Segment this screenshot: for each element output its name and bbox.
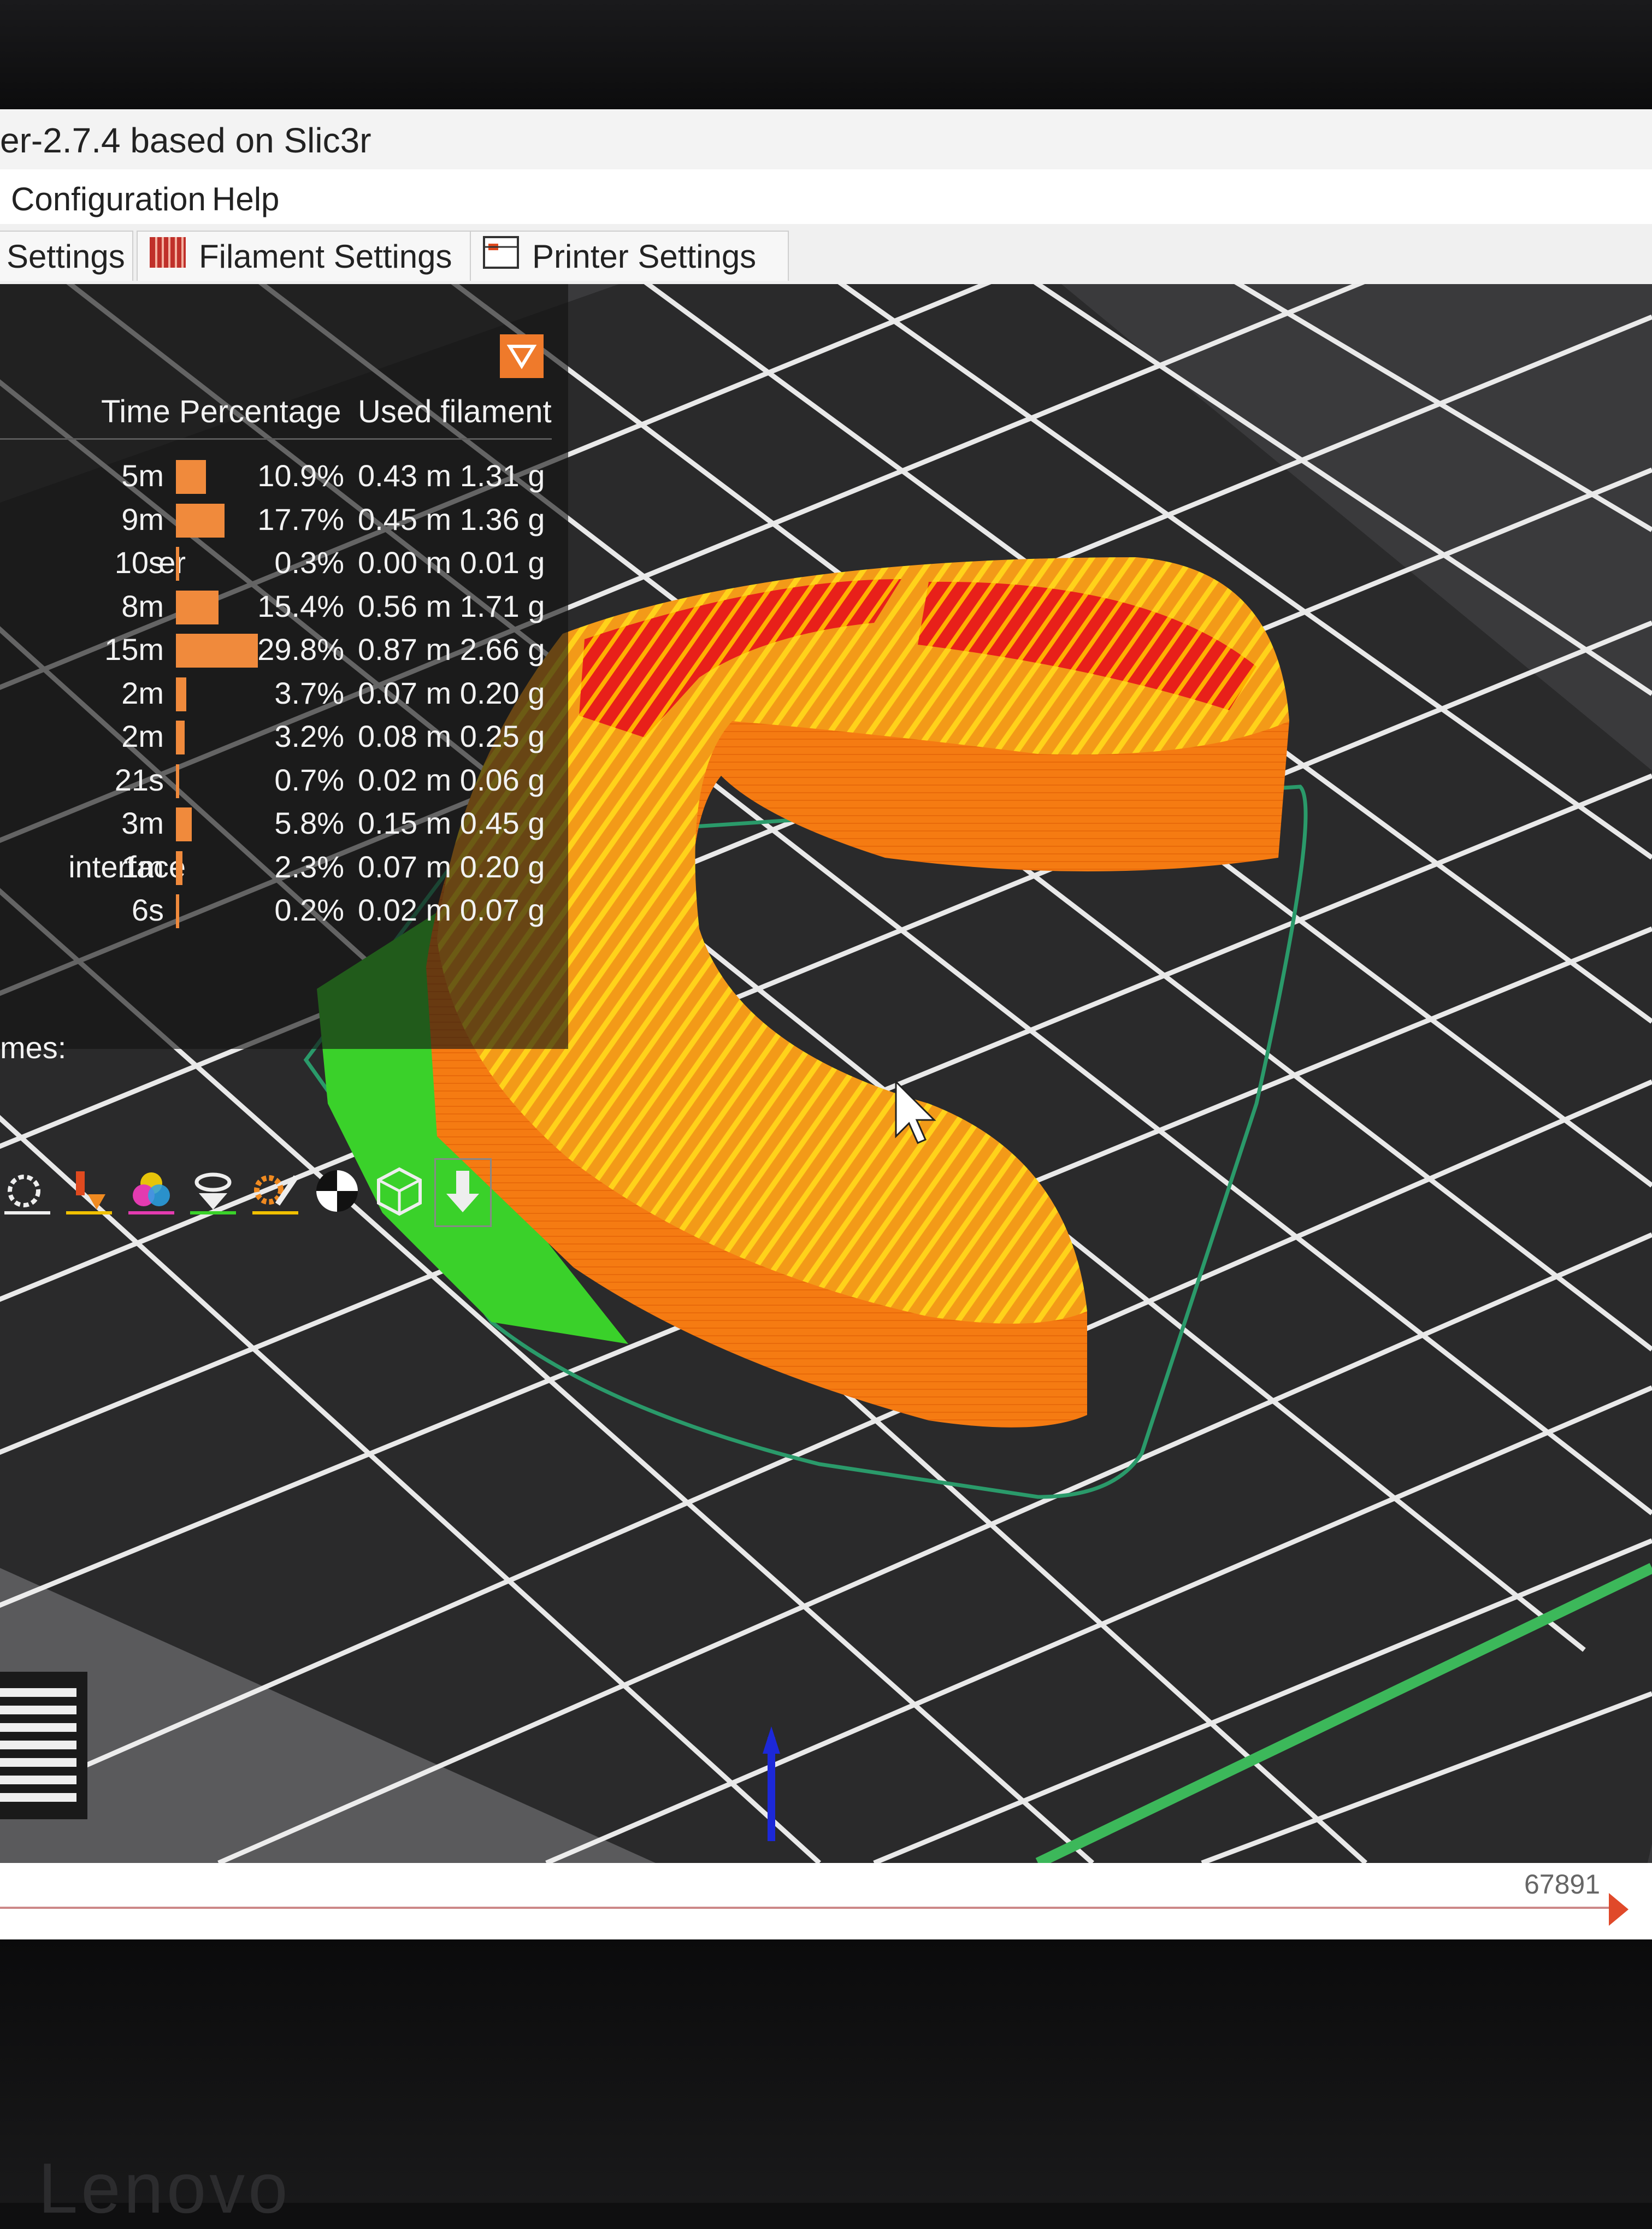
used-filament-value: 0.07 m 0.20 g xyxy=(358,849,545,884)
view-toolbar xyxy=(0,1158,492,1229)
legend-row: 9m 17.7% 0.45 m 1.36 g xyxy=(0,498,568,542)
header-divider xyxy=(0,438,552,440)
monitor-brand-logo: Lenovo xyxy=(38,2148,291,2228)
export-icon[interactable] xyxy=(434,1158,492,1227)
tab-filament-settings[interactable]: Filament Settings xyxy=(137,231,483,281)
used-filament-value: 0.02 m 0.07 g xyxy=(358,893,545,927)
time-value: 15m xyxy=(104,632,164,667)
time-value: 10s xyxy=(114,545,164,580)
percentage-value: 10.9% xyxy=(257,458,344,493)
time-bar xyxy=(176,764,179,798)
legend-collapse-button[interactable] xyxy=(500,334,544,378)
percentage-value: 0.2% xyxy=(274,893,344,927)
layers-icon xyxy=(0,1688,76,1802)
time-value: 1m xyxy=(121,849,164,884)
time-bar xyxy=(176,460,206,494)
time-bar xyxy=(176,807,192,841)
time-bar xyxy=(176,851,182,885)
used-filament-value: 0.02 m 0.06 g xyxy=(358,762,545,797)
time-bar xyxy=(176,677,186,711)
custom-gcode-icon[interactable] xyxy=(248,1158,303,1224)
time-value: 3m xyxy=(121,806,164,840)
time-bar xyxy=(176,503,225,538)
time-value: 9m xyxy=(121,502,164,536)
time-bar xyxy=(176,547,179,581)
shells-icon[interactable] xyxy=(310,1158,365,1224)
bounding-box-icon[interactable] xyxy=(372,1158,427,1224)
menu-help[interactable]: Help xyxy=(212,180,279,218)
percentage-value: 2.3% xyxy=(274,849,344,884)
tab-label: Printer Settings xyxy=(532,238,757,275)
used-filament-value: 0.07 m 0.20 g xyxy=(358,675,545,710)
printer-icon xyxy=(482,235,520,278)
window-title: er-2.7.4 based on Slic3r xyxy=(0,121,371,160)
triangle-down-icon xyxy=(506,345,537,369)
menu-bar: Configuration Help xyxy=(0,169,1652,224)
percentage-value: 3.7% xyxy=(274,675,344,710)
used-filament-value: 0.45 m 1.36 g xyxy=(358,502,545,536)
header-used-filament: Used filament xyxy=(358,394,552,429)
filament-spool-icon xyxy=(149,235,187,278)
time-value: 2m xyxy=(121,719,164,753)
tab-print-settings[interactable]: Settings xyxy=(0,231,133,281)
monitor-bezel-top xyxy=(0,0,1652,109)
used-filament-value: 0.87 m 2.66 g xyxy=(358,632,545,667)
time-value: 8m xyxy=(121,588,164,623)
seam-icon[interactable] xyxy=(0,1158,55,1224)
time-bar xyxy=(176,894,179,928)
legend-row: 21s 0.7% 0.02 m 0.06 g xyxy=(0,759,568,803)
tab-bar: Settings Filament Settings Printer Setti… xyxy=(0,224,1652,287)
percentage-value: 0.7% xyxy=(274,762,344,797)
percentage-value: 15.4% xyxy=(257,588,344,623)
legend-row: 15m 29.8% 0.87 m 2.66 g xyxy=(0,628,568,672)
used-filament-value: 0.43 m 1.31 g xyxy=(358,458,545,493)
used-filament-value: 0.00 m 0.01 g xyxy=(358,545,545,580)
tab-printer-settings[interactable]: Printer Settings xyxy=(470,231,789,281)
time-value: 5m xyxy=(121,458,164,493)
layers-button[interactable] xyxy=(0,1672,87,1819)
header-time-percentage: Time Percentage xyxy=(101,394,341,429)
time-value: 21s xyxy=(114,762,164,797)
legend-panel: Time Percentage Used filament 5m 10.9% 0.4… xyxy=(0,284,568,1065)
percentage-value: 3.2% xyxy=(274,719,344,753)
legend-row: interface 1m 2.3% 0.07 m 0.20 g xyxy=(0,846,568,889)
volumes-label: mes: xyxy=(0,1030,67,1065)
slider-value: 67891 xyxy=(1524,1869,1601,1900)
time-bar xyxy=(176,590,219,624)
move-slider[interactable]: 67891 xyxy=(0,1863,1652,1939)
legend-row: 8m 15.4% 0.56 m 1.71 g xyxy=(0,585,568,629)
legend-row: 5m 10.9% 0.43 m 1.31 g xyxy=(0,455,568,498)
percentage-value: 29.8% xyxy=(257,632,344,667)
legend-row: 6s 0.2% 0.02 m 0.07 g xyxy=(0,889,568,933)
percentage-value: 5.8% xyxy=(274,806,344,840)
slider-track xyxy=(0,1907,1612,1909)
retraction-icon[interactable] xyxy=(62,1158,117,1224)
used-filament-value: 0.08 m 0.25 g xyxy=(358,719,545,753)
slider-handle[interactable] xyxy=(1609,1893,1629,1926)
used-filament-value: 0.15 m 0.45 g xyxy=(358,806,545,840)
tab-label: Filament Settings xyxy=(199,238,452,275)
time-value: 6s xyxy=(131,893,164,927)
legend-row: er 10s 0.3% 0.00 m 0.01 g xyxy=(0,541,568,585)
legend-row: 2m 3.2% 0.08 m 0.25 g xyxy=(0,715,568,759)
screen: er-2.7.4 based on Slic3r Configuration H… xyxy=(0,109,1652,1939)
menu-configuration[interactable]: Configuration xyxy=(11,180,206,218)
time-bar xyxy=(176,721,185,754)
time-value: 2m xyxy=(121,675,164,710)
used-filament-value: 0.56 m 1.71 g xyxy=(358,588,545,623)
color-change-icon[interactable] xyxy=(124,1158,179,1224)
percentage-value: 17.7% xyxy=(257,502,344,536)
legend-row: 3m 5.8% 0.15 m 0.45 g xyxy=(0,802,568,846)
percentage-value: 0.3% xyxy=(274,545,344,580)
tab-label: Settings xyxy=(7,238,125,275)
legend-row: 2m 3.7% 0.07 m 0.20 g xyxy=(0,672,568,716)
pause-icon[interactable] xyxy=(186,1158,241,1224)
title-bar: er-2.7.4 based on Slic3r xyxy=(0,109,1652,170)
